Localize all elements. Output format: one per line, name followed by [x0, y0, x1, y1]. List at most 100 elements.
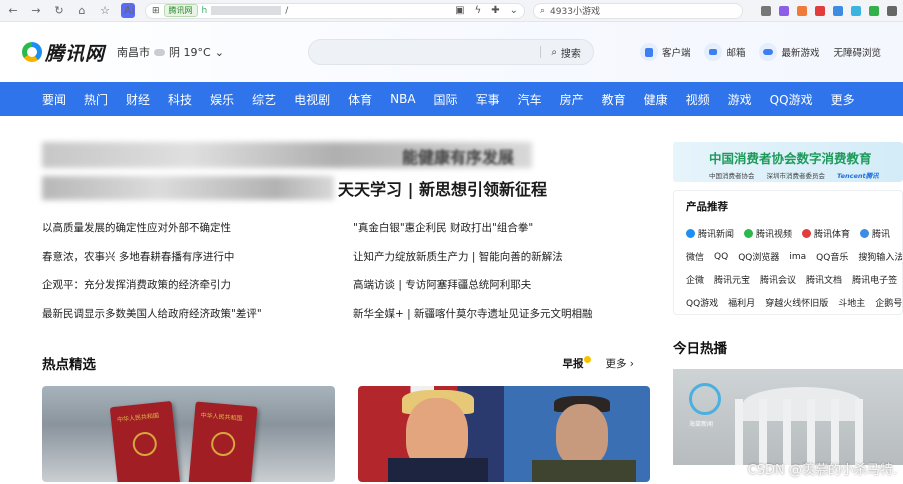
cloud-icon[interactable] — [833, 5, 843, 16]
extension-icons — [761, 5, 897, 16]
channel-tab[interactable]: 娱乐 — [201, 91, 243, 108]
browser-search-text: 4933小游戏 — [550, 7, 600, 17]
channel-tab[interactable]: 综艺 — [243, 91, 285, 108]
product-link[interactable]: QQ音乐 — [816, 250, 848, 263]
bookmark-star-icon[interactable]: ☆ — [98, 4, 112, 17]
forward-icon[interactable]: → — [29, 4, 43, 17]
channel-tab[interactable]: 汽车 — [509, 91, 551, 108]
featured-card-passport[interactable]: 中华人民共和国 中华人民共和国 — [42, 386, 335, 482]
building-column — [855, 399, 863, 465]
chevron-down-icon[interactable]: ⌄ — [510, 5, 518, 16]
product-link[interactable]: 微信 — [686, 250, 704, 263]
scissors-icon[interactable] — [761, 5, 771, 16]
browser-search-box[interactable]: ⌕ 4933小游戏 — [533, 2, 743, 19]
game-icon[interactable] — [797, 5, 807, 16]
more-label: 更多 — [605, 357, 627, 370]
green-app-icon[interactable] — [869, 5, 879, 16]
featured-card-leaders[interactable] — [357, 386, 650, 482]
more-link[interactable]: 更多 › — [605, 356, 634, 371]
record-icon[interactable] — [815, 5, 825, 16]
games-link[interactable]: 最新游戏 — [759, 43, 819, 61]
product-link[interactable]: 穿越火线怀旧版 — [765, 296, 828, 309]
channel-tab[interactable]: 军事 — [467, 91, 509, 108]
channel-tab[interactable]: 健康 — [635, 91, 677, 108]
news-item[interactable]: 以高质量发展的确定性应对外部不确定性 — [42, 214, 339, 243]
channel-tab[interactable]: QQ游戏 — [761, 91, 822, 108]
product-link[interactable]: 搜狗输入法 — [858, 250, 902, 263]
download-icon[interactable] — [887, 5, 897, 16]
headline-2[interactable]: 天天学习 | 新思想引领新征程 — [338, 176, 547, 200]
tencent-video-icon — [744, 229, 754, 238]
building-column — [807, 399, 815, 465]
channel-tab[interactable]: 教育 — [593, 91, 635, 108]
address-bar[interactable]: ⊞ 腾讯网 h / ▣ ϟ ✚ ⌄ — [145, 2, 525, 19]
product-link[interactable]: QQ浏览器 — [738, 250, 779, 263]
extension-purple-icon[interactable] — [779, 5, 789, 16]
site-chip[interactable]: 腾讯网 — [163, 4, 198, 17]
ai-assistant-icon[interactable]: Ai — [121, 3, 135, 18]
site-logo[interactable]: 腾讯网 — [22, 39, 105, 66]
news-item[interactable]: 春意浓，农事兴 多地春耕春播有序进行中 — [42, 243, 339, 272]
screenshot-icon[interactable]: ▣ — [455, 5, 464, 16]
featured-cards: 中华人民共和国 中华人民共和国 — [42, 386, 650, 482]
home-icon[interactable]: ⌂ — [75, 4, 89, 17]
page-info-icon[interactable]: ⊞ — [152, 6, 160, 16]
product-link[interactable]: QQ游戏 — [686, 296, 718, 309]
product-link[interactable]: 福利月 — [728, 296, 755, 309]
search-button[interactable]: 搜索 — [561, 45, 581, 60]
product-link[interactable]: 斗地主 — [838, 296, 865, 309]
banner-orgs: 中国消费者协会 深圳市消费者委员会 Tencent腾讯 — [709, 170, 903, 180]
mail-link[interactable]: 邮箱 — [704, 43, 745, 61]
browser-nav: ← → ↻ ⌂ ☆ Ai — [6, 3, 135, 18]
channel-tab[interactable]: 科技 — [159, 91, 201, 108]
product-row: 腾讯新闻 腾讯视频 腾讯体育 腾讯 — [686, 222, 902, 245]
news-item[interactable]: 高端访谈 | 专访阿塞拜疆总统阿利耶夫 — [353, 271, 650, 300]
channel-tab[interactable]: 财经 — [117, 91, 159, 108]
lightning-icon[interactable]: ϟ — [475, 5, 482, 16]
product-link[interactable]: 腾讯文档 — [806, 273, 842, 286]
news-item[interactable]: "真金白银"惠企利民 财政打出"组合拳" — [353, 214, 650, 243]
headline-1-tail[interactable]: 能健康有序发展 — [402, 144, 514, 168]
product-link[interactable]: 企微 — [686, 273, 704, 286]
product-link[interactable]: 腾讯电子签 — [852, 273, 897, 286]
back-icon[interactable]: ← — [6, 4, 20, 17]
product-link[interactable]: 腾讯体育 — [802, 227, 850, 240]
hot-video-thumb[interactable]: 海棠新闻 — [673, 369, 903, 465]
product-link[interactable]: 腾讯新闻 — [686, 227, 734, 240]
accessibility-link[interactable]: 无障碍浏览 — [833, 45, 881, 59]
mail-icon — [704, 43, 723, 61]
mail-icon[interactable] — [851, 5, 861, 16]
news-item[interactable]: 企观平：充分发挥消费政策的经济牵引力 — [42, 271, 339, 300]
product-link[interactable]: 腾讯元宝 — [714, 273, 750, 286]
news-item[interactable]: 新华全媒+ | 新疆喀什莫尔寺遗址见证多元文明相融 — [353, 300, 650, 329]
channel-tab[interactable]: 更多 — [822, 91, 864, 108]
product-link[interactable]: ima — [789, 252, 806, 262]
product-link[interactable]: 企鹅号 — [875, 296, 902, 309]
channel-tab[interactable]: 视频 — [677, 91, 719, 108]
channel-tab[interactable]: 体育 — [339, 91, 381, 108]
extension-icon[interactable]: ✚ — [491, 5, 499, 16]
featured-header: 热点精选 早报 更多 › — [42, 352, 650, 374]
morning-brief-link[interactable]: 早报 — [562, 356, 591, 371]
channel-tab[interactable]: 电视剧 — [285, 91, 339, 108]
product-link[interactable]: 腾讯 — [860, 227, 890, 240]
promo-banner[interactable]: 中国消费者协会数字消费教育 中国消费者协会 深圳市消费者委员会 Tencent腾… — [673, 142, 903, 182]
reload-icon[interactable]: ↻ — [52, 4, 66, 17]
product-link[interactable]: 腾讯会议 — [760, 273, 796, 286]
site-search-input[interactable]: ⌕ 搜索 — [307, 39, 594, 65]
channel-tab[interactable]: 热门 — [75, 91, 117, 108]
channel-tab[interactable]: NBA — [381, 92, 424, 106]
channel-tab[interactable]: 游戏 — [719, 91, 761, 108]
news-item[interactable]: 让知产力绽放新质生产力 | 智能向善的新解法 — [353, 243, 650, 272]
headline-redacted-2 — [42, 176, 334, 200]
featured-actions: 早报 更多 › — [562, 356, 634, 371]
weather-widget[interactable]: 南昌市 阴 19°C ⌄ — [117, 44, 224, 60]
channel-tab[interactable]: 要闻 — [42, 91, 75, 108]
product-recommend: 产品推荐 腾讯新闻 腾讯视频 腾讯体育 腾讯 微信 QQ QQ浏览器 ima Q… — [673, 190, 903, 315]
channel-tab[interactable]: 房产 — [551, 91, 593, 108]
product-link[interactable]: QQ — [714, 252, 728, 262]
news-item[interactable]: 最新民调显示多数美国人给政府经济政策"差评" — [42, 300, 339, 329]
channel-tab[interactable]: 国际 — [425, 91, 467, 108]
product-link[interactable]: 腾讯视频 — [744, 227, 792, 240]
client-link[interactable]: 客户端 — [639, 43, 690, 61]
